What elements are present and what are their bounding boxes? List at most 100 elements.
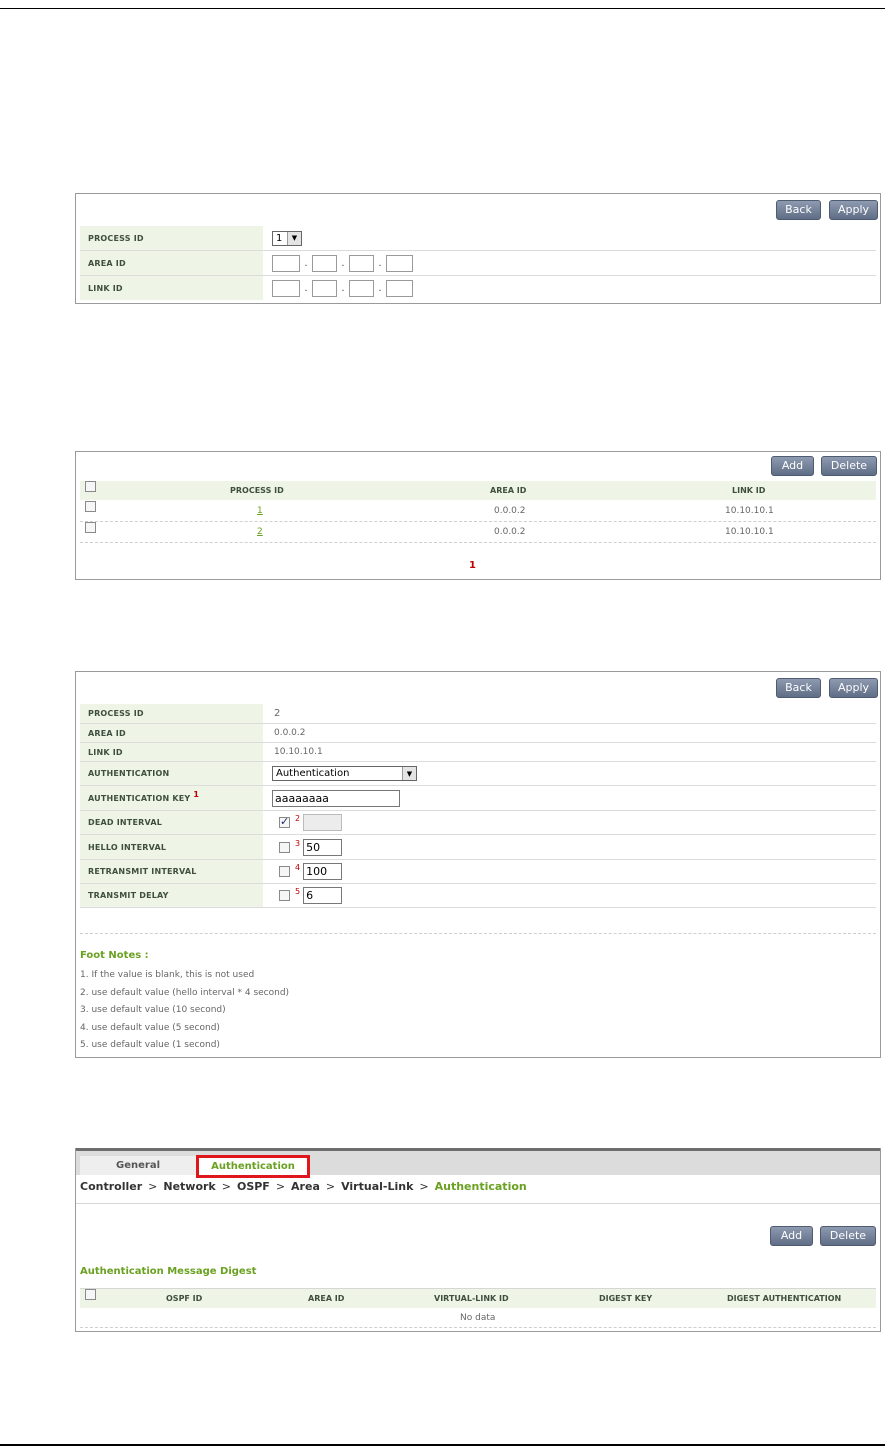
tab-general[interactable]: General	[80, 1156, 196, 1175]
column-header-digest-authentication: DIGEST AUTHENTICATION	[727, 1294, 842, 1303]
back-button[interactable]: Back	[776, 678, 821, 698]
link-list-panel: Add Delete PROCESS ID AREA ID LINK ID 1 …	[75, 451, 881, 580]
row-checkbox[interactable]	[85, 522, 96, 533]
link-id-value: 10.10.10.1	[274, 747, 323, 757]
detail-row-transmit-delay: TRANSMIT DELAY 5 6	[80, 884, 876, 908]
row-label: TRANSMIT DELAY	[80, 884, 263, 907]
process-id-select-value: 1	[276, 232, 283, 244]
breadcrumb-divider	[76, 1203, 880, 1204]
table-row: 2 0.0.0.2 10.10.10.1	[80, 522, 876, 543]
form-row-link-id: LINK ID ...	[80, 276, 876, 300]
delete-button[interactable]: Delete	[821, 456, 877, 476]
column-header-process-id: PROCESS ID	[230, 486, 284, 495]
row-label: PROCESS ID	[80, 226, 263, 250]
row-label-text: AUTHENTICATION KEY	[88, 793, 191, 803]
pagination-page-1[interactable]: 1	[469, 560, 476, 571]
area-id-octet-2[interactable]	[312, 254, 337, 272]
form-row-process-id: PROCESS ID 1 ▼	[80, 226, 876, 251]
select-all-checkbox[interactable]	[85, 1289, 96, 1300]
hello-interval-checkbox[interactable]	[279, 841, 290, 853]
breadcrumb: Controller > Network > OSPF > Area > Virtual-Lin…	[80, 1180, 527, 1193]
footnote-marker: 4	[295, 863, 301, 872]
breadcrumb-item[interactable]: Virtual-Link	[341, 1180, 413, 1193]
footnote-marker: 1	[193, 789, 200, 799]
form-row-area-id: AREA ID ...	[80, 251, 876, 276]
breadcrumb-separator: >	[221, 1180, 231, 1193]
retransmit-interval-checkbox[interactable]	[279, 866, 290, 877]
detail-row-authentication-key: AUTHENTICATION KEY 1 aaaaaaaa	[80, 786, 876, 811]
breadcrumb-item[interactable]: Controller	[80, 1180, 142, 1193]
area-id-octet-1[interactable]	[272, 254, 300, 272]
process-id-select[interactable]: 1 ▼	[272, 230, 302, 246]
row-label: AUTHENTICATION KEY 1	[80, 786, 263, 810]
footnote-marker: 2	[295, 814, 301, 823]
authentication-select-value: Authentication	[276, 768, 350, 779]
process-id-link[interactable]: 1	[257, 501, 263, 521]
column-header-virtual-link-id: VIRTUAL-LINK ID	[434, 1294, 509, 1303]
back-button[interactable]: Back	[776, 200, 821, 220]
row-label: DEAD INTERVAL	[80, 811, 263, 834]
select-all-checkbox[interactable]	[85, 481, 96, 492]
column-header-link-id: LINK ID	[732, 486, 766, 495]
breadcrumb-separator: >	[325, 1180, 336, 1193]
breadcrumb-item[interactable]: OSPF	[237, 1180, 270, 1193]
row-label: LINK ID	[80, 276, 263, 300]
octet-separator: .	[341, 282, 345, 294]
link-id-octet-2[interactable]	[312, 279, 337, 297]
row-label: AREA ID	[80, 724, 263, 742]
footnote: 5. use default value (1 second)	[80, 1040, 220, 1050]
footnotes-title: Foot Notes :	[80, 950, 149, 961]
apply-button[interactable]: Apply	[829, 200, 878, 220]
area-id-octet-3[interactable]	[349, 254, 374, 272]
table-row: 1 0.0.0.2 10.10.10.1	[80, 501, 876, 522]
detail-row-dead-interval: DEAD INTERVAL 2	[80, 811, 876, 835]
area-id-octet-4[interactable]	[386, 254, 413, 272]
authentication-select[interactable]: Authentication ▼	[272, 766, 417, 781]
footnote: 2. use default value (hello interval * 4…	[80, 988, 290, 998]
transmit-delay-input[interactable]: 6	[303, 887, 343, 904]
area-id-cell: 0.0.0.2	[494, 527, 526, 537]
transmit-delay-checkbox[interactable]	[279, 890, 290, 901]
octet-separator: .	[378, 282, 382, 294]
process-id-link[interactable]: 2	[257, 522, 263, 542]
retransmit-interval-input[interactable]: 100	[303, 863, 343, 880]
link-id-octet-3[interactable]	[349, 279, 374, 297]
detail-row-link-id: LINK ID 10.10.10.1	[80, 743, 876, 762]
detail-row-authentication: AUTHENTICATION Authentication ▼	[80, 762, 876, 786]
octet-separator: .	[304, 282, 308, 294]
breadcrumb-current: Authentication	[434, 1180, 527, 1193]
dead-interval-input	[303, 814, 343, 831]
detail-row-area-id: AREA ID 0.0.0.2	[80, 724, 876, 743]
detail-row-hello-interval: HELLO INTERVAL 3 50	[80, 835, 876, 860]
row-label: AREA ID	[80, 251, 263, 275]
row-label: LINK ID	[80, 743, 263, 761]
octet-separator: .	[378, 257, 382, 269]
link-detail-panel: Back Apply PROCESS ID 2 AREA ID 0.0.0.2 …	[75, 671, 881, 1058]
table-header: OSPF ID AREA ID VIRTUAL-LINK ID DIGEST K…	[80, 1288, 876, 1308]
footnote: 3. use default value (10 second)	[80, 1005, 226, 1015]
link-id-octet-1[interactable]	[272, 279, 300, 297]
chevron-down-icon: ▼	[287, 231, 301, 245]
link-id-octet-4[interactable]	[386, 279, 413, 297]
row-label: AUTHENTICATION	[80, 762, 263, 785]
divider	[80, 933, 876, 934]
tab-bar: General Authentication	[76, 1148, 880, 1178]
footnote: 4. use default value (5 second)	[80, 1023, 220, 1033]
link-id-cell: 10.10.10.1	[725, 506, 774, 516]
octet-separator: .	[304, 257, 308, 269]
hello-interval-input[interactable]: 50	[303, 838, 343, 856]
apply-button[interactable]: Apply	[829, 678, 878, 698]
breadcrumb-item[interactable]: Area	[291, 1180, 320, 1193]
bottom-rule	[0, 1444, 885, 1446]
delete-button[interactable]: Delete	[820, 1226, 876, 1246]
tab-authentication[interactable]: Authentication	[196, 1155, 310, 1178]
detail-row-retransmit-interval: RETRANSMIT INTERVAL 4 100	[80, 860, 876, 884]
chevron-down-icon: ▼	[402, 767, 416, 780]
dead-interval-checkbox[interactable]	[279, 815, 290, 828]
add-button[interactable]: Add	[771, 456, 814, 476]
row-checkbox[interactable]	[85, 501, 96, 512]
authentication-key-input[interactable]: aaaaaaaa	[272, 789, 400, 807]
breadcrumb-item[interactable]: Network	[163, 1180, 215, 1193]
no-data-text: No data	[460, 1312, 496, 1323]
add-button[interactable]: Add	[770, 1226, 813, 1246]
